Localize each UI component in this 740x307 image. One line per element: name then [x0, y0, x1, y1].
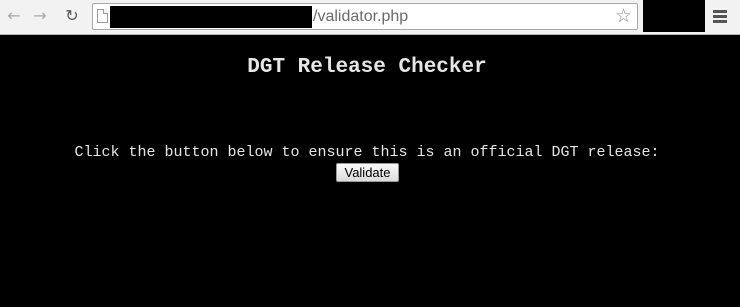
browser-toolbar: ← → ↻ /validator.php ☆	[0, 0, 740, 35]
address-bar[interactable]: /validator.php ☆	[92, 3, 638, 30]
extension-redacted-block	[643, 0, 705, 32]
reload-icon[interactable]: ↻	[62, 6, 82, 26]
instruction-text: Click the button below to ensure this is…	[74, 144, 660, 161]
star-icon[interactable]: ☆	[615, 5, 632, 28]
page-content: DGT Release Checker Click the button bel…	[0, 35, 740, 307]
url-path: /validator.php	[313, 8, 409, 25]
validate-button[interactable]: Validate	[336, 163, 399, 182]
forward-arrow-icon[interactable]: →	[30, 6, 50, 26]
page-title: DGT Release Checker	[247, 56, 487, 79]
url-redacted-block	[110, 6, 312, 28]
hamburger-menu-icon[interactable]	[713, 10, 727, 23]
page-icon	[97, 9, 108, 23]
back-arrow-icon[interactable]: ←	[4, 6, 24, 26]
